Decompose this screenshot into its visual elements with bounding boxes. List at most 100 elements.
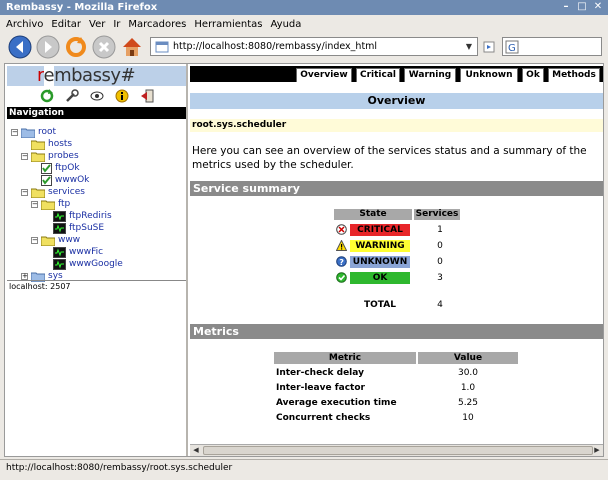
forward-arrow-icon xyxy=(36,35,60,59)
expand-icon: + xyxy=(21,271,28,280)
search-field[interactable]: G xyxy=(502,37,602,56)
tree-node-ftp[interactable]: − ftp xyxy=(31,198,70,210)
summary-row-critical[interactable]: CRITICAL 1 xyxy=(336,224,466,236)
browser-statusbar: http://localhost:8080/rembassy/root.sys.… xyxy=(0,459,608,480)
tree-node-services[interactable]: − services xyxy=(21,186,85,198)
stop-icon xyxy=(92,35,116,59)
probe-check-icon xyxy=(41,174,52,186)
main-frame: Overview Critical Warning Unknown Ok Met… xyxy=(190,64,603,456)
menu-herramientas[interactable]: Herramientas xyxy=(194,19,262,30)
tab-methods[interactable]: Methods xyxy=(548,68,600,82)
home-button[interactable] xyxy=(120,35,144,59)
scroll-left-icon[interactable]: ◀ xyxy=(190,445,202,456)
unknown-question-icon: ? xyxy=(336,256,347,267)
scroll-thumb[interactable] xyxy=(203,446,593,455)
tree-node-root[interactable]: − root xyxy=(11,126,56,138)
eye-icon[interactable] xyxy=(90,89,104,103)
back-button[interactable] xyxy=(8,35,32,59)
menu-marcadores[interactable]: Marcadores xyxy=(128,19,186,30)
count-ok: 3 xyxy=(437,273,443,283)
search-engine-icon: G xyxy=(505,40,519,54)
ok-check-icon xyxy=(336,272,347,283)
close-icon[interactable]: ✕ xyxy=(592,1,604,13)
summary-row-warning[interactable]: WARNING 0 xyxy=(336,240,466,252)
window-titlebar: Rembassy - Mozilla Firefox – □ ✕ xyxy=(0,0,608,15)
collapse-icon: − xyxy=(11,127,18,136)
tree-node-wwwfic[interactable]: wwwFic xyxy=(53,246,103,258)
back-arrow-icon xyxy=(8,35,32,59)
service-monitor-icon xyxy=(53,222,66,234)
scroll-right-icon[interactable]: ▶ xyxy=(591,445,603,456)
count-warning: 0 xyxy=(437,241,443,251)
tree-node-hosts[interactable]: hosts xyxy=(31,138,72,150)
tab-warning[interactable]: Warning xyxy=(404,68,456,82)
summary-row-ok[interactable]: OK 3 xyxy=(336,272,466,284)
metric-row: Average execution time 5.25 xyxy=(274,396,520,410)
folder-icon xyxy=(41,200,55,210)
exit-icon[interactable] xyxy=(140,89,154,103)
url-field[interactable]: http://localhost:8080/rembassy/index_htm… xyxy=(150,37,478,56)
menu-archivo[interactable]: Archivo xyxy=(6,19,43,30)
service-monitor-icon xyxy=(53,258,66,270)
tree-node-wwwok[interactable]: wwwOk xyxy=(41,174,89,186)
folder-icon xyxy=(31,140,45,150)
reload-button[interactable] xyxy=(64,35,88,59)
tree-node-ftprediris[interactable]: ftpRediris xyxy=(53,210,112,222)
metric-row: Concurrent checks 10 xyxy=(274,411,520,425)
tree-node-ftpok[interactable]: ftpOk xyxy=(41,162,80,174)
col-header-value: Value xyxy=(418,352,518,364)
forward-button[interactable] xyxy=(36,35,60,59)
summary-row-unknown[interactable]: ? UNKNOWN 0 xyxy=(336,256,466,268)
menu-ayuda[interactable]: Ayuda xyxy=(271,19,302,30)
folder-icon xyxy=(41,236,55,246)
total-count: 4 xyxy=(437,300,443,310)
tree-node-wwwgoogle[interactable]: wwwGoogle xyxy=(53,258,123,270)
tab-unknown[interactable]: Unknown xyxy=(460,68,518,82)
minimize-icon[interactable]: – xyxy=(560,1,572,13)
maximize-icon[interactable]: □ xyxy=(576,1,588,13)
refresh-icon[interactable] xyxy=(40,89,54,103)
tree-node-ftpsuse[interactable]: ftpSuSE xyxy=(53,222,104,234)
state-badge-unknown: UNKNOWN xyxy=(350,256,410,268)
service-summary-heading: Service summary xyxy=(190,181,603,196)
tab-bar: Overview Critical Warning Unknown Ok Met… xyxy=(190,66,603,82)
tab-critical[interactable]: Critical xyxy=(356,68,400,82)
tree-node-probes[interactable]: − probes xyxy=(21,150,79,162)
critical-x-icon xyxy=(336,224,347,235)
home-icon xyxy=(123,38,141,56)
col-header-metric: Metric xyxy=(274,352,416,364)
url-dropdown-icon[interactable]: ▼ xyxy=(463,40,475,54)
collapse-icon: − xyxy=(31,235,38,244)
page-favicon-icon xyxy=(155,41,169,52)
menu-ir[interactable]: Ir xyxy=(113,19,120,30)
url-text: http://localhost:8080/rembassy/index_htm… xyxy=(173,41,378,52)
menu-editar[interactable]: Editar xyxy=(51,19,81,30)
wrench-icon[interactable] xyxy=(65,89,79,103)
navigation-header: Navigation xyxy=(7,107,186,119)
horizontal-scrollbar[interactable]: ◀ ▶ xyxy=(190,444,603,456)
tab-overview[interactable]: Overview xyxy=(296,68,352,82)
col-header-state: State xyxy=(334,209,412,220)
navigation-tree: − root hosts − probes ftpOk wwwOk − serv… xyxy=(5,124,188,282)
tree-node-www[interactable]: − www xyxy=(31,234,80,246)
tab-ok[interactable]: Ok xyxy=(522,68,544,82)
menu-ver[interactable]: Ver xyxy=(89,19,105,30)
metric-row: Inter-check delay 30.0 xyxy=(274,366,520,380)
menubar: Archivo Editar Ver Ir Marcadores Herrami… xyxy=(0,15,608,33)
metric-value: 30.0 xyxy=(457,368,479,378)
reload-icon xyxy=(66,37,86,57)
go-icon[interactable] xyxy=(482,40,496,54)
svg-text:G: G xyxy=(508,43,516,54)
stop-button[interactable] xyxy=(92,35,116,59)
metric-name: Average execution time xyxy=(276,398,397,408)
svg-text:?: ? xyxy=(339,258,344,267)
folder-icon xyxy=(21,128,35,138)
state-badge-ok: OK xyxy=(350,272,410,284)
info-icon[interactable] xyxy=(115,89,129,103)
metric-name: Inter-leave factor xyxy=(276,383,365,393)
metric-value: 5.25 xyxy=(457,398,479,408)
state-badge-critical: CRITICAL xyxy=(350,224,410,236)
page-title: Overview xyxy=(190,93,603,109)
collapse-icon: − xyxy=(21,151,28,160)
warning-triangle-icon xyxy=(336,240,347,251)
